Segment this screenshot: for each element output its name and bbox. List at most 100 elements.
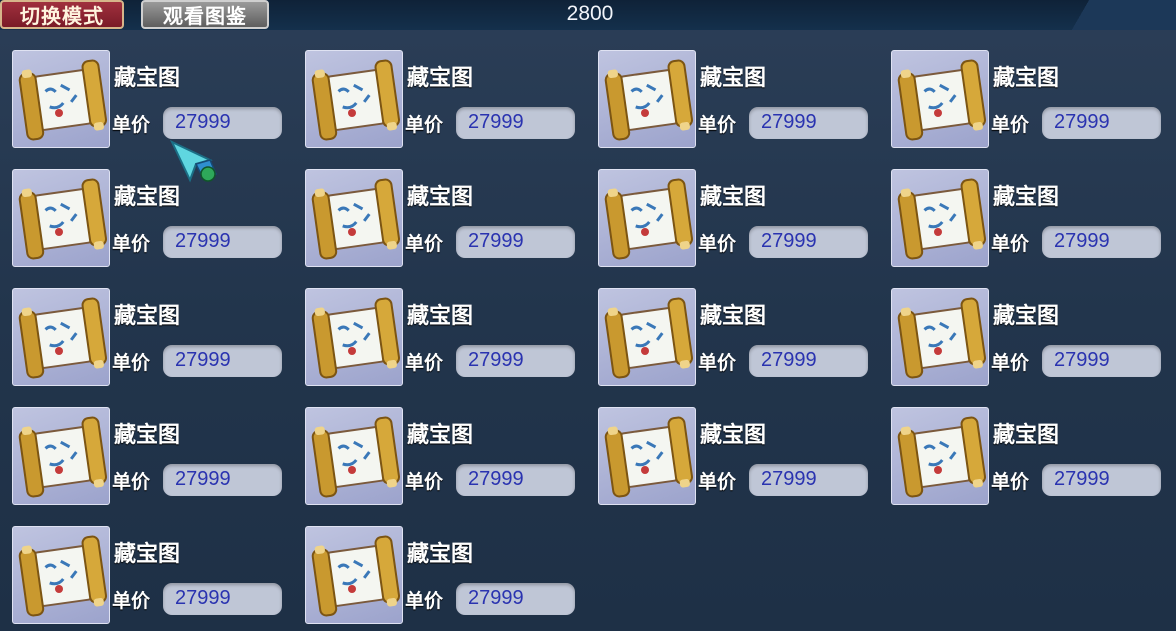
- treasure-map-icon[interactable]: [598, 50, 696, 148]
- price-label: 单价: [405, 114, 444, 136]
- item-name: 藏宝图: [407, 185, 474, 210]
- treasure-map-icon[interactable]: [12, 169, 110, 267]
- treasure-map-icon[interactable]: [12, 50, 110, 148]
- price-label: 单价: [112, 114, 151, 136]
- item-name: 藏宝图: [700, 185, 767, 210]
- treasure-map-icon[interactable]: [305, 169, 403, 267]
- price-label: 单价: [698, 233, 737, 255]
- price-field: 27999: [749, 345, 868, 377]
- price-field: 27999: [456, 345, 575, 377]
- price-value: 27999: [468, 230, 524, 252]
- treasure-map-icon[interactable]: [12, 526, 110, 624]
- item-card[interactable]: 藏宝图 单价 27999: [891, 50, 1163, 150]
- price-field: 27999: [163, 107, 282, 139]
- item-name: 藏宝图: [114, 66, 181, 91]
- item-name: 藏宝图: [114, 542, 181, 567]
- item-card[interactable]: 藏宝图 单价 27999: [598, 407, 870, 507]
- item-card[interactable]: 藏宝图 单价 27999: [891, 288, 1163, 388]
- top-bar-decoration: [1066, 0, 1176, 30]
- price-value: 27999: [761, 230, 817, 252]
- price-value: 27999: [1054, 468, 1110, 490]
- treasure-map-icon[interactable]: [598, 288, 696, 386]
- item-name: 藏宝图: [993, 423, 1060, 448]
- price-value: 27999: [468, 349, 524, 371]
- item-card[interactable]: 藏宝图 单价 27999: [305, 169, 577, 269]
- treasure-map-icon[interactable]: [305, 288, 403, 386]
- treasure-map-icon[interactable]: [12, 288, 110, 386]
- price-label: 单价: [991, 233, 1030, 255]
- item-name: 藏宝图: [407, 423, 474, 448]
- price-label: 单价: [991, 114, 1030, 136]
- treasure-map-icon[interactable]: [598, 407, 696, 505]
- item-card[interactable]: 藏宝图 单价 27999: [305, 526, 577, 626]
- item-card[interactable]: 藏宝图 单价 27999: [12, 288, 284, 388]
- price-value: 27999: [175, 587, 231, 609]
- price-label: 单价: [698, 114, 737, 136]
- item-card[interactable]: 藏宝图 单价 27999: [12, 50, 284, 150]
- price-field: 27999: [163, 464, 282, 496]
- treasure-map-icon[interactable]: [305, 50, 403, 148]
- item-card[interactable]: 藏宝图 单价 27999: [12, 169, 284, 269]
- item-card[interactable]: 藏宝图 单价 27999: [598, 288, 870, 388]
- price-field: 27999: [163, 583, 282, 615]
- treasure-map-icon[interactable]: [305, 526, 403, 624]
- price-value: 27999: [175, 468, 231, 490]
- price-label: 单价: [405, 233, 444, 255]
- item-card[interactable]: 藏宝图 单价 27999: [305, 50, 577, 150]
- header-value: 2800: [566, 2, 614, 25]
- item-card[interactable]: 藏宝图 单价 27999: [598, 169, 870, 269]
- price-label: 单价: [112, 590, 151, 612]
- price-value: 27999: [468, 587, 524, 609]
- price-field: 27999: [163, 226, 282, 258]
- item-card[interactable]: 藏宝图 单价 27999: [305, 288, 577, 388]
- price-label: 单价: [112, 233, 151, 255]
- treasure-map-icon[interactable]: [12, 407, 110, 505]
- price-label: 单价: [698, 352, 737, 374]
- item-card[interactable]: 藏宝图 单价 27999: [891, 169, 1163, 269]
- price-field: 27999: [456, 583, 575, 615]
- price-value: 27999: [468, 111, 524, 133]
- price-field: 27999: [749, 464, 868, 496]
- price-value: 27999: [175, 230, 231, 252]
- price-field: 27999: [1042, 345, 1161, 377]
- item-card[interactable]: 藏宝图 单价 27999: [12, 407, 284, 507]
- price-value: 27999: [761, 349, 817, 371]
- item-name: 藏宝图: [407, 304, 474, 329]
- treasure-map-icon[interactable]: [305, 407, 403, 505]
- treasure-map-icon[interactable]: [891, 407, 989, 505]
- price-label: 单价: [112, 471, 151, 493]
- treasure-map-icon[interactable]: [598, 169, 696, 267]
- price-label: 单价: [112, 352, 151, 374]
- price-value: 27999: [468, 468, 524, 490]
- item-name: 藏宝图: [993, 304, 1060, 329]
- treasure-map-icon[interactable]: [891, 288, 989, 386]
- price-value: 27999: [175, 349, 231, 371]
- price-value: 27999: [175, 111, 231, 133]
- item-card[interactable]: 藏宝图 单价 27999: [891, 407, 1163, 507]
- price-label: 单价: [991, 352, 1030, 374]
- item-card[interactable]: 藏宝图 单价 27999: [598, 50, 870, 150]
- item-name: 藏宝图: [993, 185, 1060, 210]
- price-value: 27999: [1054, 111, 1110, 133]
- view-guide-button[interactable]: 观看图鉴: [141, 0, 269, 29]
- price-label: 单价: [405, 471, 444, 493]
- price-label: 单价: [991, 471, 1030, 493]
- cursor-icon: [170, 140, 218, 183]
- item-name: 藏宝图: [407, 542, 474, 567]
- treasure-map-icon[interactable]: [891, 50, 989, 148]
- treasure-map-icon[interactable]: [891, 169, 989, 267]
- item-name: 藏宝图: [700, 304, 767, 329]
- price-field: 27999: [1042, 107, 1161, 139]
- price-field: 27999: [1042, 464, 1161, 496]
- item-name: 藏宝图: [700, 66, 767, 91]
- price-value: 27999: [761, 111, 817, 133]
- price-field: 27999: [163, 345, 282, 377]
- item-card[interactable]: 藏宝图 单价 27999: [12, 526, 284, 626]
- switch-mode-button[interactable]: 切换模式: [0, 0, 124, 29]
- price-field: 27999: [749, 107, 868, 139]
- item-card[interactable]: 藏宝图 单价 27999: [305, 407, 577, 507]
- item-name: 藏宝图: [993, 66, 1060, 91]
- price-label: 单价: [405, 352, 444, 374]
- price-field: 27999: [456, 464, 575, 496]
- item-name: 藏宝图: [407, 66, 474, 91]
